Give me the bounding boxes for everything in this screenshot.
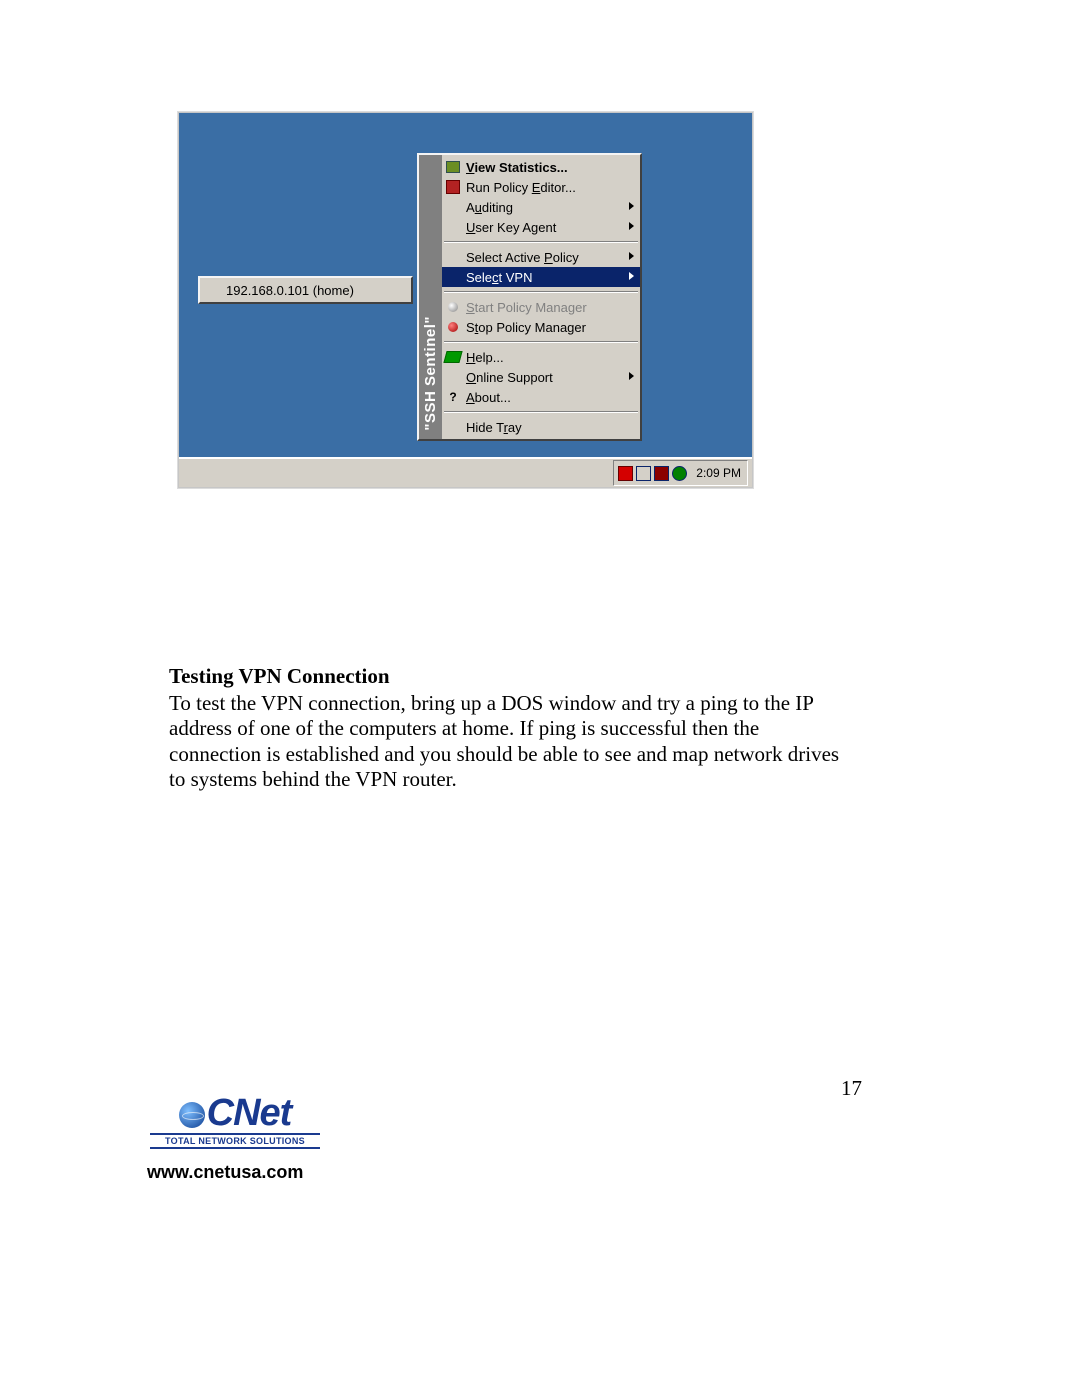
menu-item-run-policy-editor[interactable]: Run Policy Editor...: [442, 177, 640, 197]
menu-item-select-vpn[interactable]: Select VPN: [442, 267, 640, 287]
footer-url: www.cnetusa.com: [147, 1162, 303, 1183]
menu-item-label: Hide Tray: [466, 420, 522, 435]
menu-item-label: Start Policy Manager: [466, 300, 587, 315]
menu-item-label: Auditing: [466, 200, 513, 215]
menu-item-hide-tray[interactable]: Hide Tray: [442, 417, 640, 437]
menu-item-user-key-agent[interactable]: User Key Agent: [442, 217, 640, 237]
vpn-submenu-item-label: 192.168.0.101 (home): [226, 283, 354, 298]
submenu-arrow-icon: [629, 202, 634, 210]
document-body-text: Testing VPN Connection To test the VPN c…: [169, 664, 849, 792]
system-tray: 2:09 PM: [613, 460, 748, 486]
submenu-arrow-icon: [629, 222, 634, 230]
page-number: 17: [841, 1076, 862, 1101]
document-page: 192.168.0.101 (home) "SSH Sentinel" View…: [0, 0, 1080, 1397]
windows-desktop-screenshot: 192.168.0.101 (home) "SSH Sentinel" View…: [178, 112, 753, 488]
menu-gutter-label: "SSH Sentinel": [422, 316, 439, 431]
menu-item-label: Stop Policy Manager: [466, 320, 586, 335]
menu-item-online-support[interactable]: Online Support: [442, 367, 640, 387]
menu-item-view-statistics[interactable]: View Statistics...: [442, 157, 640, 177]
editor-icon: [444, 179, 462, 195]
tray-app-icon[interactable]: [654, 466, 669, 481]
tray-app-icon[interactable]: [636, 466, 651, 481]
menu-item-label: Run Policy Editor...: [466, 180, 576, 195]
vpn-submenu: 192.168.0.101 (home): [198, 276, 413, 304]
menu-item-label: About...: [466, 390, 511, 405]
menu-items: View Statistics... Run Policy Editor... …: [442, 155, 640, 439]
logo-text: CNet: [207, 1092, 292, 1134]
tray-app-icon[interactable]: [618, 466, 633, 481]
menu-item-label: Select VPN: [466, 270, 533, 285]
menu-item-label: Online Support: [466, 370, 553, 385]
windows-taskbar: 2:09 PM: [179, 457, 752, 487]
menu-item-auditing[interactable]: Auditing: [442, 197, 640, 217]
section-paragraph: To test the VPN connection, bring up a D…: [169, 691, 849, 792]
menu-item-start-policy-manager: Start Policy Manager: [442, 297, 640, 317]
menu-item-label: Help...: [466, 350, 504, 365]
menu-item-select-active-policy[interactable]: Select Active Policy: [442, 247, 640, 267]
vpn-submenu-item[interactable]: 192.168.0.101 (home): [200, 279, 364, 302]
menu-separator: [444, 291, 638, 293]
circle-red-icon: [444, 319, 462, 335]
submenu-arrow-icon: [629, 272, 634, 280]
menu-item-label: View Statistics...: [466, 160, 568, 175]
menu-item-stop-policy-manager[interactable]: Stop Policy Manager: [442, 317, 640, 337]
tray-context-menu: "SSH Sentinel" View Statistics... Run Po…: [417, 153, 642, 441]
submenu-arrow-icon: [629, 252, 634, 260]
globe-icon: [179, 1102, 205, 1128]
menu-item-label: Select Active Policy: [466, 250, 579, 265]
submenu-arrow-icon: [629, 372, 634, 380]
menu-separator: [444, 341, 638, 343]
section-heading: Testing VPN Connection: [169, 664, 849, 689]
logo-tagline: TOTAL NETWORK SOLUTIONS: [150, 1133, 320, 1149]
cnet-logo: CNet: [179, 1092, 292, 1135]
menu-item-label: User Key Agent: [466, 220, 556, 235]
menu-separator: [444, 241, 638, 243]
footer-logo: CNet TOTAL NETWORK SOLUTIONS: [150, 1092, 320, 1149]
circle-gray-icon: [444, 299, 462, 315]
question-icon: ?: [444, 389, 462, 405]
menu-item-about[interactable]: ? About...: [442, 387, 640, 407]
taskbar-clock: 2:09 PM: [696, 466, 741, 480]
menu-gutter: "SSH Sentinel": [419, 155, 442, 439]
statistics-icon: [444, 159, 462, 175]
tray-app-icon[interactable]: [672, 466, 687, 481]
menu-item-help[interactable]: Help...: [442, 347, 640, 367]
book-icon: [444, 349, 462, 365]
menu-separator: [444, 411, 638, 413]
